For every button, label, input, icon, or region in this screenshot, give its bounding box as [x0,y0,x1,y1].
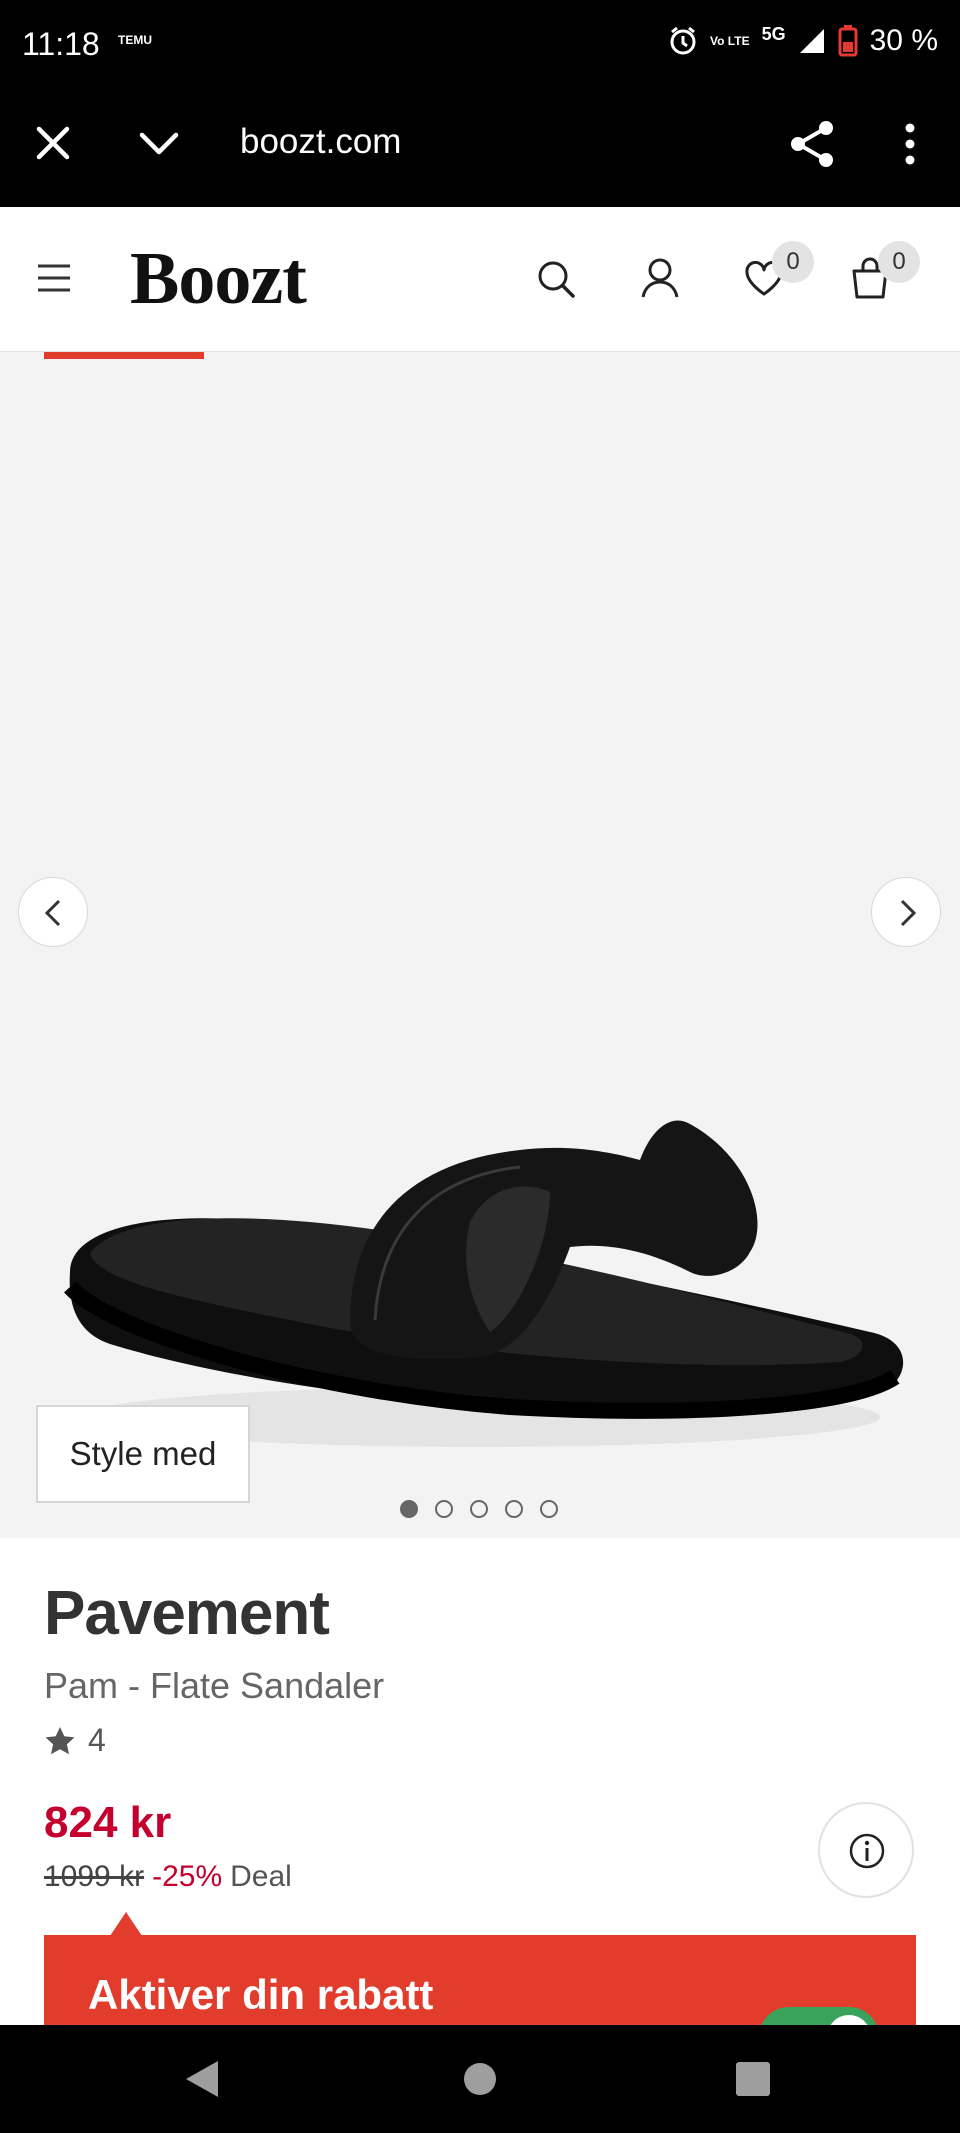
status-time: 11:18 [22,26,100,62]
product-brand[interactable]: Pavement [44,1578,330,1649]
site-logo[interactable]: Boozt [130,237,307,322]
product-rating[interactable]: 4 [44,1722,106,1759]
rating-value: 4 [88,1722,106,1758]
recents-icon[interactable] [735,2061,771,2097]
next-image-button[interactable] [871,877,941,947]
site-header: Boozt 0 0 [0,207,960,352]
more-vertical-icon[interactable] [900,122,920,166]
style-with-button[interactable]: Style med [36,1405,250,1503]
toggle-knob [827,2015,871,2025]
info-icon [849,1833,885,1869]
battery-level: 30 % [869,24,938,57]
browser-toolbar: boozt.com [0,90,960,207]
signal-icon [799,29,824,53]
product-name: Pam - Flate Sandaler [44,1665,385,1706]
close-icon[interactable] [34,124,72,162]
url-text[interactable]: boozt.com [240,122,401,162]
chevron-down-icon[interactable] [138,128,180,158]
chevron-left-icon [44,899,61,927]
search-icon[interactable] [536,259,576,299]
battery-icon [838,25,858,57]
promo-pointer [110,1912,142,1936]
wishlist-count-badge: 0 [772,241,814,283]
activate-discount-banner[interactable]: Aktiver din rabatt [44,1935,916,2025]
user-icon[interactable] [640,257,680,299]
price-details: 1099 kr -25% Deal [44,1860,292,1894]
share-icon[interactable] [788,118,838,170]
status-bar: 11:18 TEMU Vo LTE 5G 30 % [0,0,960,90]
status-right: Vo LTE 5G 30 % [668,24,938,58]
original-price: 1099 kr [44,1860,145,1893]
deal-label: Deal [230,1860,292,1893]
gallery-dot[interactable] [505,1500,523,1518]
system-navigation-bar [0,2025,960,2133]
gallery-dot[interactable] [470,1500,488,1518]
network-type: 5G [761,23,786,44]
cart-count-badge: 0 [878,241,920,283]
chevron-right-icon [900,899,917,927]
temu-notification-icon: TEMU [118,33,152,47]
volte-indicator: Vo LTE [710,33,750,48]
gallery-progress-indicator [44,352,204,359]
current-price: 824 kr [44,1798,172,1847]
home-icon[interactable] [462,2061,498,2097]
previous-image-button[interactable] [18,877,88,947]
product-image-gallery[interactable] [0,352,960,1538]
promo-title: Aktiver din rabatt [88,1971,434,2018]
star-icon [45,1726,75,1754]
discount-percent: -25% [152,1860,223,1893]
gallery-dot[interactable] [435,1500,453,1518]
gallery-dot[interactable] [540,1500,558,1518]
discount-toggle[interactable] [759,2007,879,2025]
back-icon[interactable] [184,2059,220,2099]
menu-icon[interactable] [36,263,72,293]
gallery-dot[interactable] [400,1500,418,1518]
price-info-button[interactable] [818,1802,914,1898]
alarm-icon [670,26,696,55]
gallery-pagination [400,1500,558,1518]
